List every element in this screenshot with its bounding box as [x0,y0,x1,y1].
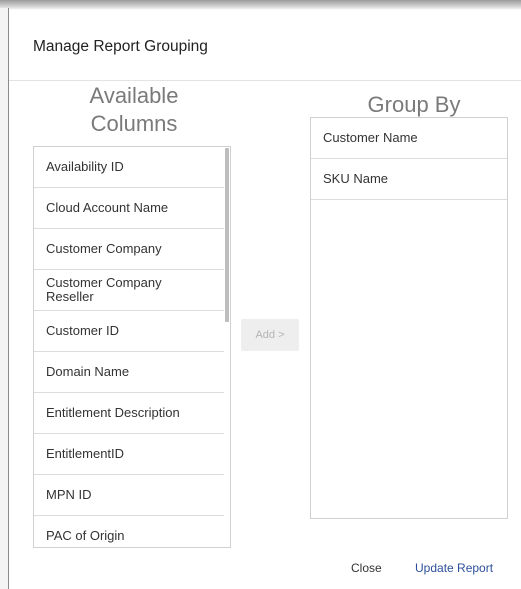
available-item-mpn-id[interactable]: MPN ID [34,475,224,516]
available-item-customer-id[interactable]: Customer ID [34,311,224,352]
update-report-button[interactable]: Update Report [415,561,493,575]
page: Manage Report Grouping Available Columns… [0,0,521,589]
group-by-item-customer-name[interactable]: Customer Name [311,118,507,159]
available-item-customer-company-reseller[interactable]: Customer Company Reseller [34,270,224,311]
available-item-cloud-account-name[interactable]: Cloud Account Name [34,188,224,229]
available-item-customer-company[interactable]: Customer Company [34,229,224,270]
available-columns-list[interactable]: Availability ID Cloud Account Name Custo… [33,146,231,548]
available-columns-heading: Available Columns [49,82,219,138]
group-by-item-sku-name[interactable]: SKU Name [311,159,507,200]
group-by-heading: Group By [367,92,461,117]
add-column-button[interactable]: Add > [241,319,299,351]
dialog-title: Manage Report Grouping [33,38,208,55]
available-item-availability-id[interactable]: Availability ID [34,147,224,188]
available-item-domain-name[interactable]: Domain Name [34,352,224,393]
dialog-header: Manage Report Grouping [9,10,521,81]
close-button[interactable]: Close [351,561,382,575]
available-list-scrollbar-thumb[interactable] [225,148,229,322]
available-item-entitlement-description[interactable]: Entitlement Description [34,393,224,434]
manage-report-grouping-dialog: Manage Report Grouping Available Columns… [9,10,521,589]
available-item-pac-of-origin[interactable]: PAC of Origin [34,516,224,547]
available-item-entitlementid[interactable]: EntitlementID [34,434,224,475]
available-list-scrollbar[interactable] [224,147,230,547]
window-top-edge [0,0,521,10]
group-by-list[interactable]: Customer Name SKU Name [310,117,508,519]
background-page-edge [0,8,9,589]
available-heading-line2: Columns [90,111,178,136]
available-heading-line1: Available [89,83,179,108]
